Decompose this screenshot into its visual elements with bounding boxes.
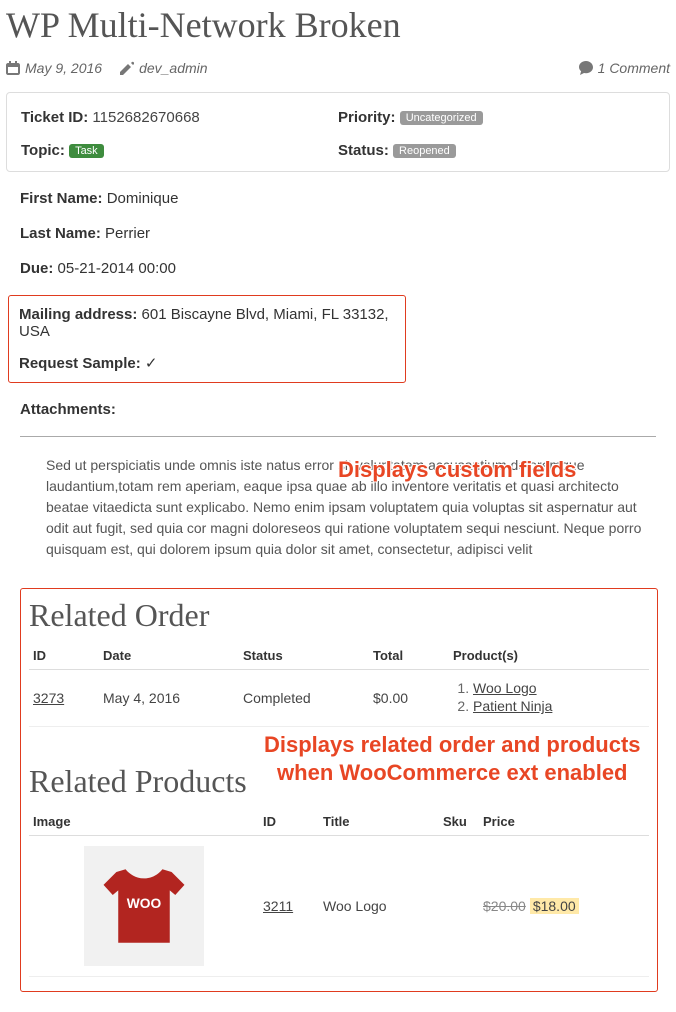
- table-row: WOO 3211 Woo Logo $20.00$18.00: [29, 836, 649, 977]
- due-label: Due:: [20, 260, 53, 277]
- related-products-heading: Related Products: [29, 763, 649, 800]
- product-price: $20.00$18.00: [479, 836, 649, 977]
- product-link[interactable]: Woo Logo: [473, 680, 537, 696]
- first-name-label: First Name:: [20, 190, 103, 207]
- order-status: Completed: [239, 670, 369, 727]
- comment-count[interactable]: 1 Comment: [579, 60, 670, 76]
- order-total: $0.00: [369, 670, 449, 727]
- custom-fields: First Name: Dominique Last Name: Perrier…: [6, 172, 670, 418]
- meta-bar: May 9, 2016 dev_admin 1 Comment: [6, 56, 670, 86]
- product-title: Woo Logo: [319, 836, 439, 977]
- col-price: Price: [479, 808, 649, 836]
- tshirt-icon: WOO: [98, 860, 190, 952]
- first-name-value: Dominique: [107, 190, 179, 207]
- col-date: Date: [99, 642, 239, 670]
- product-sku: [439, 836, 479, 977]
- related-order-heading: Related Order: [29, 597, 649, 634]
- topic-label: Topic:: [21, 142, 65, 159]
- attachments-label: Attachments:: [20, 401, 116, 418]
- svg-text:WOO: WOO: [127, 896, 162, 911]
- status-label: Status:: [338, 142, 389, 159]
- highlighted-custom-fields: Mailing address: 601 Biscayne Blvd, Miam…: [8, 295, 406, 383]
- ticket-id-value: 1152682670668: [92, 109, 199, 126]
- priority-label: Priority:: [338, 109, 396, 126]
- page-title: WP Multi-Network Broken: [6, 4, 670, 46]
- related-order-table: ID Date Status Total Product(s) 3273 May…: [29, 642, 649, 727]
- table-row: 3273 May 4, 2016 Completed $0.00 Woo Log…: [29, 670, 649, 727]
- product-id-link[interactable]: 3211: [263, 898, 293, 914]
- last-name-label: Last Name:: [20, 225, 101, 242]
- mailing-label: Mailing address:: [19, 306, 137, 323]
- col-id: ID: [29, 642, 99, 670]
- order-id-link[interactable]: 3273: [33, 690, 64, 706]
- product-image[interactable]: WOO: [84, 846, 204, 966]
- order-products-list: Woo Logo Patient Ninja: [453, 680, 645, 714]
- col-status: Status: [239, 642, 369, 670]
- due-value: 05-21-2014 00:00: [58, 260, 176, 277]
- col-image: Image: [29, 808, 259, 836]
- list-item: Patient Ninja: [473, 698, 645, 714]
- post-author: dev_admin: [120, 60, 208, 76]
- col-sku: Sku: [439, 808, 479, 836]
- col-total: Total: [369, 642, 449, 670]
- sample-label: Request Sample:: [19, 355, 141, 372]
- sample-value: ✓: [145, 355, 158, 372]
- list-item: Woo Logo: [473, 680, 645, 696]
- product-link[interactable]: Patient Ninja: [473, 698, 552, 714]
- divider: [20, 436, 656, 437]
- last-name-value: Perrier: [105, 225, 150, 242]
- calendar-icon: [6, 61, 20, 75]
- related-section: Related Order ID Date Status Total Produ…: [20, 588, 658, 992]
- col-products: Product(s): [449, 642, 649, 670]
- comment-icon: [579, 61, 593, 75]
- priority-badge: Uncategorized: [400, 111, 483, 125]
- col-title: Title: [319, 808, 439, 836]
- ticket-info-box: Ticket ID: 1152682670668 Topic: Task Pri…: [6, 92, 670, 172]
- pencil-icon: [120, 61, 134, 75]
- col-id: ID: [259, 808, 319, 836]
- order-date: May 4, 2016: [99, 670, 239, 727]
- related-products-table: Image ID Title Sku Price: [29, 808, 649, 977]
- post-date: May 9, 2016: [6, 60, 102, 76]
- topic-badge: Task: [69, 144, 104, 158]
- status-badge: Reopened: [393, 144, 456, 158]
- ticket-body: Sed ut perspiciatis unde omnis iste natu…: [6, 455, 670, 560]
- ticket-id-label: Ticket ID:: [21, 109, 88, 126]
